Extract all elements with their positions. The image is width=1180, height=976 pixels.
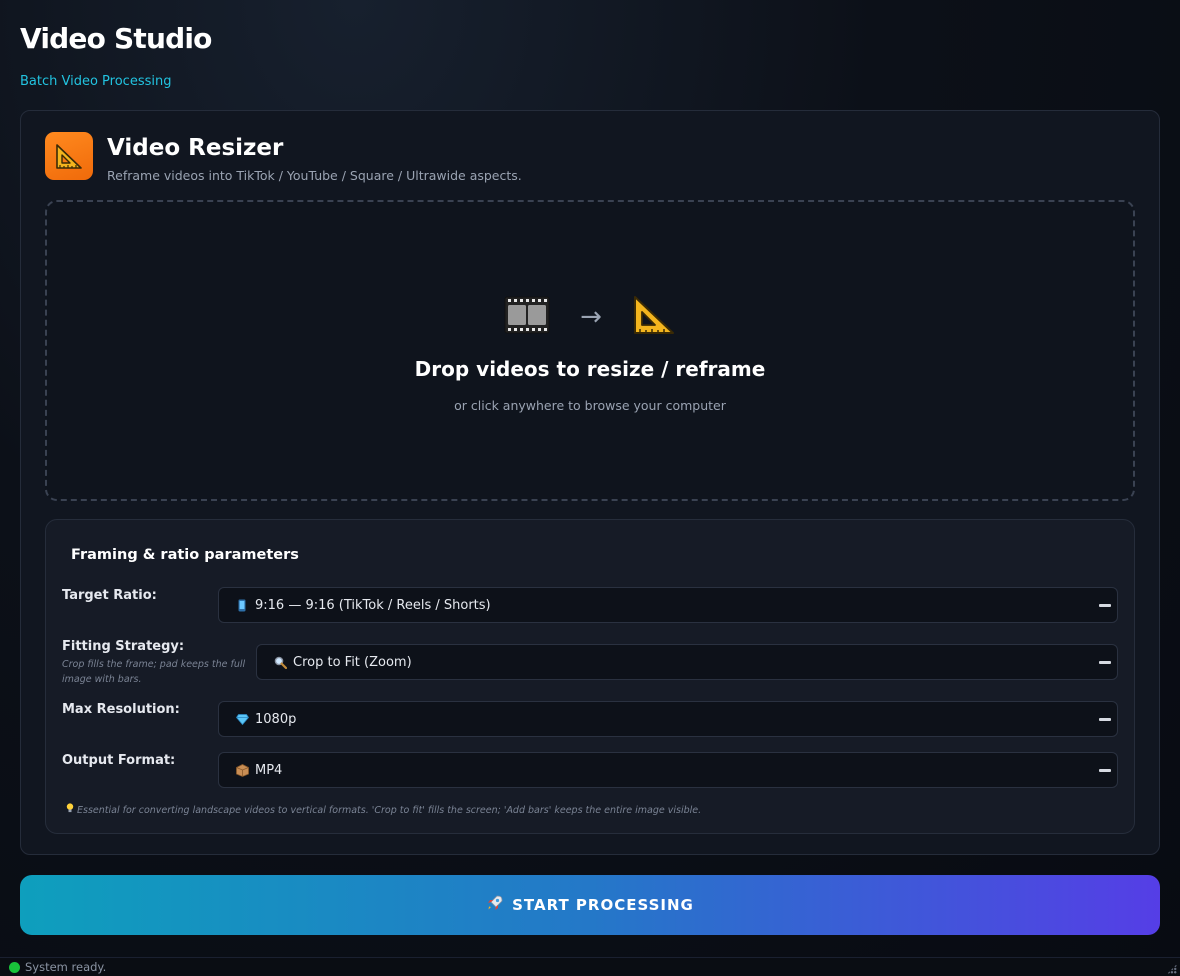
start-processing-label: START PROCESSING [512,896,694,914]
lightbulb-icon [66,803,77,816]
gem-icon [235,712,249,726]
output-format-select[interactable]: MP4 [218,752,1118,788]
tool-description: Reframe videos into TikTok / YouTube / S… [107,168,522,183]
output-format-label: Output Format: [62,753,176,768]
dropdown-caret-icon [1099,718,1111,721]
target-ratio-select[interactable]: 9:16 — 9:16 (TikTok / Reels / Shorts) [218,587,1118,623]
fitting-strategy-value: Crop to Fit (Zoom) [293,654,412,670]
dropzone-icons: → [47,294,1133,340]
target-ratio-label: Target Ratio: [62,588,157,603]
arrow-right-icon: → [580,302,602,332]
dropzone-title: Drop videos to resize / reframe [414,357,766,381]
dropzone-subtitle: or click anywhere to browse your compute… [454,398,726,413]
status-bar: System ready. [0,957,1180,976]
tool-card: Video Resizer Reframe videos into TikTok… [20,110,1160,855]
dropdown-caret-icon [1099,769,1111,772]
dropdown-caret-icon [1099,604,1111,607]
target-ratio-value: 9:16 — 9:16 (TikTok / Reels / Shorts) [255,597,491,613]
app-title: Video Studio [20,22,212,55]
output-format-value: MP4 [255,762,283,778]
max-resolution-label: Max Resolution: [62,702,180,717]
parameters-note: Essential for converting landscape video… [66,803,701,816]
max-resolution-select[interactable]: 1080p [218,701,1118,737]
start-processing-button[interactable]: START PROCESSING [20,875,1160,935]
video-dropzone[interactable]: → Drop videos to resize / reframe or cli… [45,200,1135,501]
fitting-strategy-label: Fitting Strategy: [62,639,185,654]
app-subtitle: Batch Video Processing [20,74,172,89]
parameters-title: Framing & ratio parameters [71,547,299,563]
triangular-ruler-icon [632,294,676,340]
magnifier-icon [273,655,287,669]
status-indicator-icon [9,962,20,973]
mobile-phone-icon [235,598,249,612]
status-text: System ready. [25,960,107,974]
rocket-icon [486,894,504,916]
film-frames-icon [504,296,550,338]
package-icon [235,763,249,777]
parameters-note-text: Essential for converting landscape video… [77,805,702,816]
triangular-ruler-icon [45,132,93,180]
max-resolution-value: 1080p [255,711,297,727]
parameters-panel: Framing & ratio parameters Target Ratio:… [45,519,1135,834]
resize-grip-icon[interactable] [1167,964,1177,974]
fitting-strategy-select[interactable]: Crop to Fit (Zoom) [256,644,1118,680]
tool-title: Video Resizer [107,135,284,161]
dropdown-caret-icon [1099,661,1111,664]
fitting-strategy-hint: Crop fills the frame; pad keeps the full… [62,659,246,685]
